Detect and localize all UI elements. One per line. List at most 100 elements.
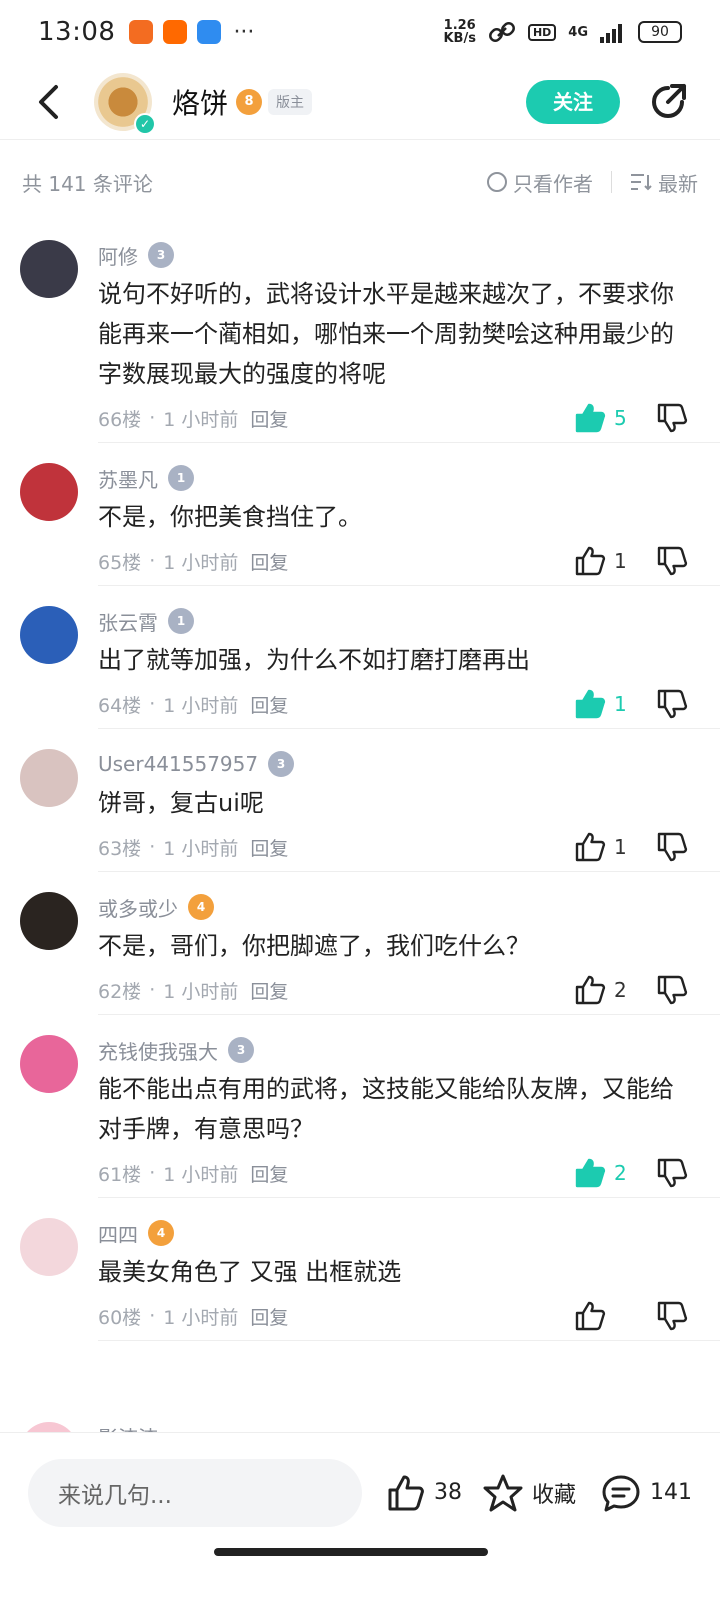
comment-item[interactable]: 张云霄 1 出了就等加强，为什么不如打磨打磨再出 64楼 · 1 小时前 回复 …: [0, 586, 720, 729]
reply-button[interactable]: 回复: [250, 1303, 288, 1330]
meta-separator: ·: [149, 979, 156, 1001]
reply-button[interactable]: 回复: [250, 834, 288, 861]
commenter-avatar[interactable]: [20, 1035, 78, 1093]
dislike-button[interactable]: [654, 975, 690, 1005]
comment-actions: [574, 1301, 690, 1331]
comment-username[interactable]: 或多或少: [98, 893, 178, 922]
user-level-badge: 1: [168, 608, 194, 634]
comment-text[interactable]: 最美女角色了 又强 出框就选: [98, 1252, 690, 1292]
comment-username[interactable]: 充钱使我强大: [98, 1036, 218, 1065]
comment-username: 影渣渣: [98, 1422, 158, 1432]
dislike-button[interactable]: [654, 832, 690, 862]
comment-item[interactable]: 苏墨凡 1 不是，你把美食挡住了。 65楼 · 1 小时前 回复 1: [0, 443, 720, 586]
comment-list: 阿修 3 说句不好听的，武将设计水平是越来越次了，不要求你能再来一个蔺相如，哪怕…: [0, 220, 720, 1341]
thumbs-up-icon: [388, 1475, 424, 1510]
comment-username[interactable]: 四四: [98, 1219, 138, 1248]
star-icon: [483, 1474, 523, 1511]
comment-item[interactable]: 四四 4 最美女角色了 又强 出框就选 60楼 · 1 小时前 回复: [0, 1198, 720, 1341]
commenter-avatar[interactable]: [20, 240, 78, 298]
meta-separator: ·: [149, 550, 156, 572]
like-button[interactable]: 1: [574, 689, 636, 719]
mi-notification-icon: [163, 20, 188, 44]
comment-username[interactable]: 苏墨凡: [98, 464, 158, 493]
follow-button[interactable]: 关注: [526, 79, 620, 124]
like-button[interactable]: 2: [574, 1158, 636, 1188]
comment-text[interactable]: 说句不好听的，武将设计水平是越来越次了，不要求你能再来一个蔺相如，哪怕来一个周勃…: [98, 274, 690, 394]
message-notification-icon: [197, 20, 222, 44]
comment-time: 1 小时前: [163, 1306, 239, 1329]
dislike-button[interactable]: [654, 1158, 690, 1188]
thumbs-down-icon: [657, 1301, 688, 1331]
author-avatar[interactable]: ✓: [94, 72, 156, 135]
comment-username[interactable]: 张云霄: [98, 607, 158, 636]
comment-text[interactable]: 不是，哥们，你把脚遮了，我们吃什么？: [98, 926, 690, 966]
like-count: 2: [614, 978, 627, 1002]
like-button[interactable]: 5: [574, 403, 636, 433]
share-button[interactable]: [638, 72, 698, 132]
comment-username[interactable]: User441557957: [98, 752, 258, 776]
comment-floor: 61楼: [98, 1163, 142, 1186]
author-only-toggle[interactable]: 只看作者: [487, 168, 593, 197]
like-count: 2: [614, 1161, 627, 1185]
like-count: 1: [614, 835, 627, 859]
dislike-button[interactable]: [654, 546, 690, 576]
bottom-action-bar: 来说几句... 38 收藏 141: [0, 1432, 720, 1552]
like-button[interactable]: [574, 1301, 636, 1331]
reply-button[interactable]: 回复: [250, 977, 288, 1004]
thumbs-up-icon: [575, 403, 606, 433]
sort-icon: [631, 174, 652, 191]
back-arrow-icon: [39, 84, 58, 119]
comment-input[interactable]: 来说几句...: [28, 1458, 362, 1527]
comment-content: 四四 4 最美女角色了 又强 出框就选 60楼 · 1 小时前 回复: [98, 1216, 720, 1341]
comment-text[interactable]: 能不能出点有用的武将，这技能又能给队友牌，又能给对手牌，有意思吗？: [98, 1069, 690, 1149]
commenter-avatar[interactable]: [20, 606, 78, 664]
comment-text[interactable]: 饼哥，复古ui呢: [98, 783, 690, 823]
thumbs-up-icon: [575, 1301, 606, 1331]
comment-username[interactable]: 阿修: [98, 241, 138, 270]
comment-time: 1 小时前: [163, 1163, 239, 1186]
dislike-button[interactable]: [654, 689, 690, 719]
author-level-badge: 8: [236, 88, 263, 115]
commenter-avatar[interactable]: [20, 1218, 78, 1276]
back-button[interactable]: [18, 72, 78, 132]
sort-button[interactable]: 最新: [630, 168, 698, 197]
author-only-label: 只看作者: [513, 171, 593, 196]
author-name[interactable]: 烙饼: [172, 82, 228, 122]
home-indicator[interactable]: [214, 1548, 488, 1556]
post-header: ✓ 烙饼 8 版主 关注: [0, 64, 720, 140]
comment-item[interactable]: 阿修 3 说句不好听的，武将设计水平是越来越次了，不要求你能再来一个蔺相如，哪怕…: [0, 220, 720, 443]
comment-item[interactable]: 充钱使我强大 3 能不能出点有用的武将，这技能又能给队友牌，又能给对手牌，有意思…: [0, 1015, 720, 1198]
chat-bubble-icon: [602, 1475, 640, 1511]
meta-separator: ·: [149, 693, 156, 715]
commenter-avatar[interactable]: [20, 463, 78, 521]
like-button[interactable]: 2: [574, 975, 636, 1005]
reply-button[interactable]: 回复: [250, 1160, 288, 1187]
comment-content: 张云霄 1 出了就等加强，为什么不如打磨打磨再出 64楼 · 1 小时前 回复 …: [98, 604, 720, 729]
thumbs-down-icon: [657, 689, 688, 719]
favorite-button[interactable]: 收藏: [482, 1473, 576, 1513]
thumbs-up-icon: [575, 832, 606, 862]
thumbs-down-icon: [657, 403, 688, 433]
thumbs-up-icon: [575, 546, 606, 576]
comment-item[interactable]: 或多或少 4 不是，哥们，你把脚遮了，我们吃什么？ 62楼 · 1 小时前 回复…: [0, 872, 720, 1015]
thumbs-down-icon: [657, 546, 688, 576]
reply-button[interactable]: 回复: [250, 691, 288, 718]
battery-indicator: 90: [638, 21, 682, 43]
comment-time: 1 小时前: [163, 408, 239, 431]
comment-actions: 5: [574, 403, 690, 433]
like-button[interactable]: 1: [574, 546, 636, 576]
dislike-button[interactable]: [654, 1301, 690, 1331]
reply-button[interactable]: 回复: [250, 548, 288, 575]
post-like-button[interactable]: 38: [386, 1473, 462, 1513]
comments-button[interactable]: 141: [600, 1473, 692, 1513]
comment-item[interactable]: User441557957 3 饼哥，复古ui呢 63楼 · 1 小时前 回复 …: [0, 729, 720, 872]
reply-button[interactable]: 回复: [250, 405, 288, 432]
like-button[interactable]: 1: [574, 832, 636, 862]
comments-count: 141: [650, 1480, 692, 1505]
dislike-button[interactable]: [654, 403, 690, 433]
comment-text[interactable]: 出了就等加强，为什么不如打磨打磨再出: [98, 640, 690, 680]
commenter-avatar[interactable]: [20, 892, 78, 950]
comment-text[interactable]: 不是，你把美食挡住了。: [98, 497, 690, 537]
commenter-avatar[interactable]: [20, 749, 78, 807]
thumbs-down-icon: [657, 1158, 688, 1188]
